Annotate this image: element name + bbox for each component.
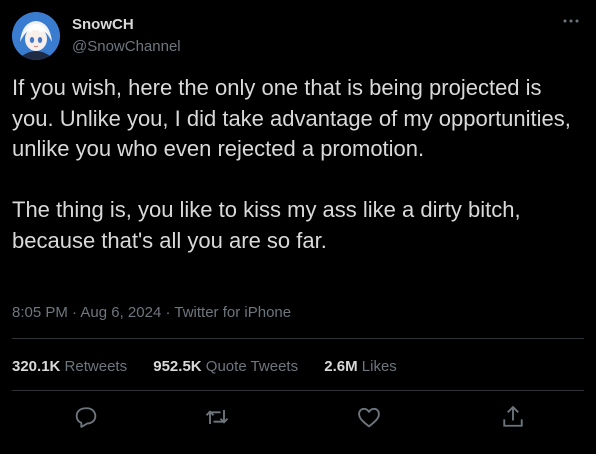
avatar[interactable] xyxy=(12,12,60,60)
retweet-icon xyxy=(205,410,229,424)
divider xyxy=(12,338,584,339)
tweet-text: If you wish, here the only one that is b… xyxy=(12,73,584,256)
more-icon xyxy=(563,19,579,23)
tweet-paragraph: If you wish, here the only one that is b… xyxy=(12,75,571,161)
share-icon xyxy=(503,405,523,427)
more-options-button[interactable] xyxy=(560,12,582,30)
action-bar xyxy=(0,403,596,431)
retweets-count: 320.1K xyxy=(12,358,61,375)
divider xyxy=(12,390,584,391)
tweet-time[interactable]: 8:05 PM xyxy=(12,304,68,321)
like-button[interactable] xyxy=(355,403,383,431)
likes-stat[interactable]: 2.6M Likes xyxy=(324,357,397,376)
quote-tweets-label: Quote Tweets xyxy=(205,358,299,375)
likes-label: Likes xyxy=(361,358,397,375)
tweet-date[interactable]: Aug 6, 2024 xyxy=(80,304,161,321)
tweet-stats: 320.1K Retweets 952.5K Quote Tweets 2.6M… xyxy=(12,357,419,376)
reply-button[interactable] xyxy=(72,403,100,431)
like-icon xyxy=(358,407,380,428)
tweet-card: SnowCH @SnowChannel If you wish, here th… xyxy=(0,0,596,454)
retweets-label: Retweets xyxy=(64,358,128,375)
reply-icon xyxy=(75,407,97,428)
retweet-button[interactable] xyxy=(203,403,231,431)
user-handle[interactable]: @SnowChannel xyxy=(72,37,181,56)
tweet-paragraph: The thing is, you like to kiss my ass li… xyxy=(12,197,521,253)
likes-count: 2.6M xyxy=(324,358,358,375)
quote-tweets-stat[interactable]: 952.5K Quote Tweets xyxy=(153,357,298,376)
quote-tweets-count: 952.5K xyxy=(153,358,202,375)
retweets-stat[interactable]: 320.1K Retweets xyxy=(12,357,127,376)
tweet-source[interactable]: Twitter for iPhone xyxy=(174,304,291,321)
tweet-meta: 8:05 PM · Aug 6, 2024 · Twitter for iPho… xyxy=(12,303,291,322)
anime-avatar-icon xyxy=(12,12,60,60)
share-button[interactable] xyxy=(499,403,527,431)
display-name[interactable]: SnowCH xyxy=(72,15,134,34)
